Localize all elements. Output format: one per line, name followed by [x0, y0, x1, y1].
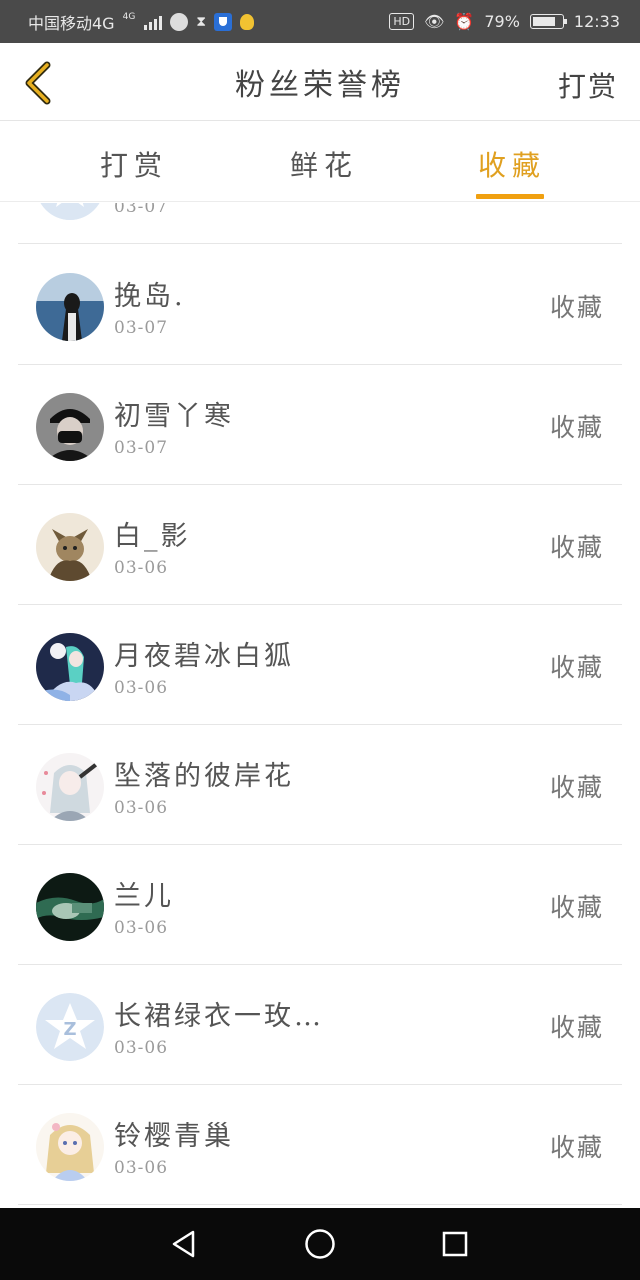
eye-icon: 👁 [424, 12, 445, 31]
list-item-name: 长裙绿衣一玫… [114, 1001, 324, 1032]
list-item-name: 挽岛. [114, 281, 186, 312]
svg-text:Z: Z [63, 1019, 76, 1040]
alarm-icon: ⏰ [454, 12, 475, 31]
list-item-name: 铃樱青巢 [114, 1121, 234, 1152]
reward-header-button[interactable]: 打赏 [558, 65, 618, 105]
tab-favorites[interactable]: 收藏 [478, 144, 546, 184]
nav-recents-button[interactable] [437, 1226, 473, 1262]
list-item-date: 03-06 [114, 558, 169, 578]
avatar [36, 1113, 104, 1181]
clock-time: 12:33 [573, 12, 620, 31]
chevron-left-icon [25, 61, 51, 105]
signal-icon [144, 14, 163, 30]
tab-bar: 打赏 鲜花 收藏 [0, 122, 640, 202]
list-item-action: 收藏 [549, 653, 604, 682]
nav-back-button[interactable] [166, 1226, 202, 1262]
list-item-date: 03-07 [114, 203, 169, 217]
network-type-label: 4G [122, 11, 136, 22]
avatar [36, 513, 104, 581]
list-item[interactable]: 挽岛. 03-07 收藏 [18, 246, 622, 365]
list-item-date: 03-06 [114, 798, 169, 818]
list-item[interactable]: 白_影 03-06 收藏 [18, 486, 622, 605]
circle-home-icon [305, 1229, 335, 1259]
list-item-date: 03-07 [114, 318, 169, 338]
triangle-back-icon [172, 1230, 195, 1258]
list-item-action: 收藏 [549, 773, 604, 802]
battery-percent: 79% [484, 12, 520, 31]
status-bar: 中国移动4G 4G ⧗ HD 👁 ⏰ 79% 12:33 [0, 0, 640, 43]
active-tab-indicator [476, 194, 544, 199]
avatar [36, 753, 104, 821]
list-item[interactable]: 铃樱青巢 03-06 收藏 [18, 1086, 622, 1205]
back-button[interactable] [18, 61, 58, 105]
list-item-date: 03-06 [114, 918, 169, 938]
tab-reward[interactable]: 打赏 [100, 144, 168, 184]
app-header: 粉丝荣誉榜 打赏 [0, 43, 640, 121]
list-item-action: 收藏 [549, 893, 604, 922]
list-item[interactable]: 兰儿 03-06 收藏 [18, 846, 622, 965]
list-item-name: 初雪丫寒 [114, 401, 234, 432]
avatar [36, 873, 104, 941]
list-item[interactable]: Z 长裙绿衣一玫… 03-06 收藏 [18, 966, 622, 1085]
list-item-action: 收藏 [549, 1133, 604, 1162]
list-item[interactable]: 坠落的彼岸花 03-06 收藏 [18, 726, 622, 845]
status-right: HD 👁 ⏰ 79% 12:33 [389, 12, 620, 31]
avatar [36, 273, 104, 341]
list-item-date: 03-06 [114, 1158, 169, 1178]
avatar: Z [36, 993, 104, 1061]
list-item-name: 月夜碧冰白狐 [114, 641, 294, 672]
list-item-action: 收藏 [549, 413, 604, 442]
shield-icon [214, 12, 233, 31]
globe-icon [170, 12, 189, 31]
system-nav-bar [0, 1208, 640, 1280]
avatar [36, 393, 104, 461]
battery-icon [529, 14, 567, 29]
hd-badge: HD [389, 13, 415, 30]
list-item-name: 白_影 [114, 521, 191, 552]
list-item-action: 收藏 [549, 293, 604, 322]
avatar [36, 203, 104, 220]
list-item-date: 03-06 [114, 1038, 169, 1058]
carrier-label: 中国移动4G [28, 13, 115, 33]
bulb-icon [240, 13, 255, 30]
list-item-date: 03-07 [114, 438, 169, 458]
avatar [36, 633, 104, 701]
tab-flowers[interactable]: 鲜花 [290, 144, 358, 184]
fan-list[interactable]: 03-07 挽岛. 03-07 收藏 初雪丫寒 03-07 收藏 白_影 03-… [0, 203, 640, 1207]
list-item-name: 坠落的彼岸花 [114, 761, 294, 792]
list-item-action: 收藏 [549, 1013, 604, 1042]
square-recents-icon [442, 1231, 468, 1257]
list-item-action: 收藏 [549, 533, 604, 562]
list-item-name: 兰儿 [114, 881, 174, 912]
list-item-date: 03-06 [114, 678, 169, 698]
status-left: 中国移动4G 4G ⧗ [28, 10, 389, 34]
nav-home-button[interactable] [302, 1226, 338, 1262]
list-item[interactable]: 初雪丫寒 03-07 收藏 [18, 366, 622, 485]
list-item-partial[interactable]: 03-07 [18, 203, 622, 244]
hourglass-icon: ⧗ [196, 13, 207, 30]
page-title: 粉丝荣誉榜 [235, 67, 405, 103]
list-item[interactable]: 月夜碧冰白狐 03-06 收藏 [18, 606, 622, 725]
